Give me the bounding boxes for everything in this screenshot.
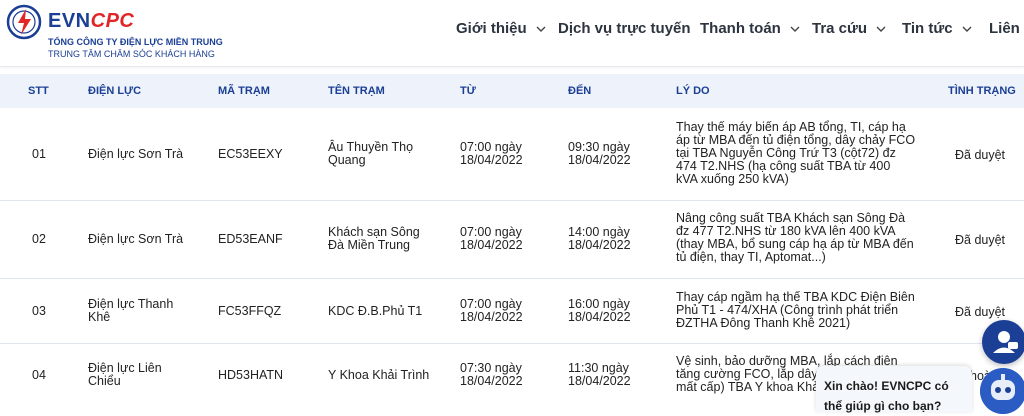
chatbot-avatar-icon [980,368,1024,414]
nav-label: Tin tức [902,20,953,37]
support-chat-icon [993,331,1018,353]
cell-dien-luc: Điện lực Sơn Trà [88,147,184,161]
table-row: 03 Điện lực Thanh Khê FC53FFQZ KDC Đ.B.Ph… [0,278,1024,344]
table-row: 01 Điện lực Sơn Trà EC53EEXY Âu Thuyền T… [0,108,1024,201]
table-header: STT ĐIỆN LỰC MÃ TRẠM TÊN TRẠM TỪ ĐẾN LÝ … [0,74,1024,108]
cell-stt: 04 [32,368,46,382]
support-chat-button[interactable] [982,320,1024,364]
cell-tu: 07:00 ngày 18/04/2022 [460,297,523,324]
col-header-ten-tram: TÊN TRẠM [328,85,385,97]
chat-greeting-bubble[interactable]: Xin chào! EVNCPC có thể giúp gì cho bạn? [816,366,972,413]
chevron-down-icon [876,26,886,32]
cell-ly-do: Thay cáp ngầm hạ thế TBA KDC Điện Biên Ph… [676,290,915,330]
cell-ma-tram: EC53EEXY [218,147,283,161]
cell-ma-tram: HD53HATN [218,368,284,382]
site-header: EVNCPC TỔNG CÔNG TY ĐIỆN LỰC MIỀN TRUNG … [0,0,1024,67]
cell-dien-luc: Điện lực Thanh Khê [88,297,174,324]
nav-label: Giới thiệu [456,20,527,37]
chat-greeting-text: Xin chào! EVNCPC có thể giúp gì cho bạn? [824,379,949,413]
nav-label: Dịch vụ trực tuyến [558,20,691,37]
nav-item-tra-cuu[interactable]: Tra cứu [812,20,887,37]
cell-tinh-trang: Đã duyệt [955,148,1006,162]
chevron-down-icon [790,26,800,32]
nav-label: Thanh toán [700,20,781,37]
cell-ly-do: Thay thế máy biến áp AB tổng, TI, cáp hạ… [676,120,916,186]
cell-tinh-trang: Đã duyệt [955,233,1006,247]
cell-den: 11:30 ngày 18/04/2022 [568,361,631,388]
cell-ten-tram: Âu Thuyền Thọ Quang [328,140,414,167]
chevron-down-icon [962,26,972,32]
nav-item-dich-vu[interactable]: Dịch vụ trực tuyến [558,20,691,37]
cell-tu: 07:00 ngày 18/04/2022 [460,140,523,167]
nav-item-tin-tuc[interactable]: Tin tức [902,20,973,37]
nav-label: Tra cứu [812,20,868,37]
cell-ten-tram: Khách sạn Sông Đà Miền Trung [328,225,420,252]
nav-item-thanh-toan[interactable]: Thanh toán [700,20,801,37]
cell-tinh-trang: Đã duyệt [955,305,1006,319]
cell-ten-tram: Y Khoa Khải Trình [328,368,430,382]
nav-item-lien-he[interactable]: Liên h [989,20,1024,37]
cell-tu: 07:30 ngày 18/04/2022 [460,361,523,388]
cell-den: 14:00 ngày 18/04/2022 [568,225,631,252]
col-header-tinh-trang: TÌNH TRẠNG [948,85,1016,97]
cell-den: 09:30 ngày 18/04/2022 [568,140,631,167]
cell-dien-luc: Điện lực Sơn Trà [88,232,184,246]
nav-item-gioi-thieu[interactable]: Giới thiệu [456,20,547,37]
table-row: 02 Điện lực Sơn Trà ED53EANF Khách sạn S… [0,200,1024,279]
cell-ma-tram: ED53EANF [218,232,283,246]
cell-ma-tram: FC53FFQZ [218,304,282,318]
cell-den: 16:00 ngày 18/04/2022 [568,297,631,324]
col-header-dien-luc: ĐIỆN LỰC [88,85,142,97]
main-nav: Giới thiệu Dịch vụ trực tuyến Thanh toán… [0,0,1024,60]
cell-ly-do: Nâng công suất TBA Khách sạn Sông Đà đz 4… [676,211,914,264]
col-header-ly-do: LÝ DO [676,85,710,97]
col-header-tu: TỪ [460,85,476,97]
chevron-down-icon [536,26,546,32]
col-header-ma-tram: MÃ TRẠM [218,85,270,97]
col-header-stt: STT [28,85,49,97]
chatbot-avatar[interactable] [980,368,1024,414]
cell-stt: 02 [32,232,46,246]
cell-stt: 03 [32,304,46,318]
col-header-den: ĐẾN [568,85,592,97]
cell-stt: 01 [32,147,46,161]
cell-tu: 07:00 ngày 18/04/2022 [460,225,523,252]
nav-label: Liên h [989,20,1024,37]
cell-dien-luc: Điện lực Liên Chiểu [88,361,162,388]
cell-ten-tram: KDC Đ.B.Phủ T1 [328,304,423,318]
